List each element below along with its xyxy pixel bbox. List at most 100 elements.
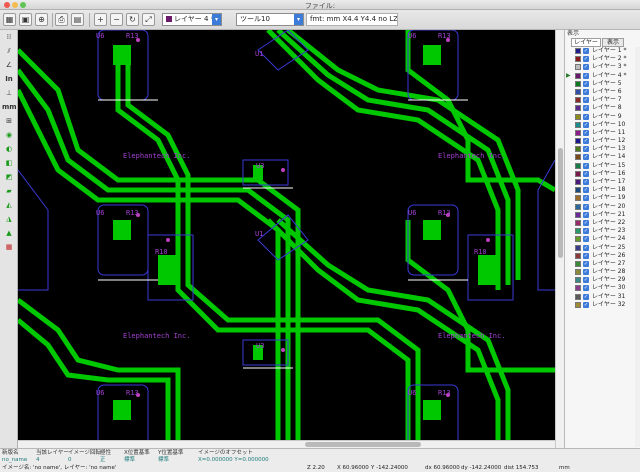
layer-row[interactable]: ✓ レイヤー 22: [565, 219, 635, 227]
layer-row[interactable]: ✓ レイヤー 29: [565, 276, 635, 284]
layer-row[interactable]: ✓ レイヤー 3 *: [565, 63, 635, 71]
visibility-checkbox[interactable]: ✓: [583, 138, 589, 145]
save-icon[interactable]: ▤: [71, 13, 84, 26]
inch-toggle[interactable]: In: [2, 74, 16, 85]
layer-row[interactable]: ✓ レイヤー 15: [565, 162, 635, 170]
layer-row[interactable]: ✓ レイヤー 6: [565, 88, 635, 96]
layer-color-swatch[interactable]: [575, 211, 581, 218]
visibility-checkbox[interactable]: ✓: [583, 203, 589, 210]
layer-row[interactable]: ✓ レイヤー 28: [565, 268, 635, 276]
tab-layer[interactable]: レイヤー: [571, 38, 601, 47]
layer-row[interactable]: ✓ レイヤー 9: [565, 113, 635, 121]
visibility-checkbox[interactable]: ✓: [583, 285, 589, 292]
layer-color-swatch[interactable]: [575, 285, 581, 292]
layer-color-swatch[interactable]: [575, 88, 581, 95]
visibility-checkbox[interactable]: ✓: [583, 97, 589, 104]
layer-row[interactable]: ✓ レイヤー 32: [565, 301, 635, 309]
layer-row[interactable]: ✓ レイヤー 7: [565, 96, 635, 104]
visibility-checkbox[interactable]: ✓: [583, 269, 589, 276]
layer-color-swatch[interactable]: [575, 236, 581, 243]
layer-green-icon[interactable]: ◉: [2, 130, 16, 141]
layer-row[interactable]: ✓ レイヤー 26: [565, 252, 635, 260]
layer-row[interactable]: ✓ レイヤー 11: [565, 129, 635, 137]
layer-row[interactable]: ✓ レイヤー 13: [565, 145, 635, 153]
layer-color-swatch[interactable]: [575, 195, 581, 202]
layer-row[interactable]: ✓ レイヤー 25: [565, 244, 635, 252]
visibility-checkbox[interactable]: ✓: [583, 252, 589, 259]
layer-row[interactable]: ✓ レイヤー 2 *: [565, 55, 635, 63]
layer-color-swatch[interactable]: [575, 56, 581, 63]
visibility-checkbox[interactable]: ✓: [583, 236, 589, 243]
layer-row[interactable]: ✓ レイヤー 5: [565, 80, 635, 88]
visibility-checkbox[interactable]: ✓: [583, 48, 589, 54]
visibility-checkbox[interactable]: ✓: [583, 219, 589, 226]
mm-toggle[interactable]: mm: [2, 102, 17, 113]
layer-row[interactable]: ✓ レイヤー 19: [565, 194, 635, 202]
layer-color-swatch[interactable]: [575, 97, 581, 104]
layer-color-swatch[interactable]: [575, 277, 581, 284]
visibility-checkbox[interactable]: ✓: [583, 154, 589, 161]
fill-icon[interactable]: ▲: [2, 228, 16, 239]
layer-row[interactable]: ✓ レイヤー 21: [565, 211, 635, 219]
layer-color-swatch[interactable]: [575, 260, 581, 267]
visibility-checkbox[interactable]: ✓: [583, 277, 589, 284]
layer-color-swatch[interactable]: [575, 187, 581, 194]
snap-icon[interactable]: ⊞: [2, 116, 16, 127]
visibility-checkbox[interactable]: ✓: [583, 293, 589, 300]
grid-icon[interactable]: ▣: [19, 13, 32, 26]
visibility-checkbox[interactable]: ✓: [583, 129, 589, 136]
layer-row[interactable]: ▶ ✓ レイヤー 4 *: [565, 72, 635, 80]
visibility-checkbox[interactable]: ✓: [583, 121, 589, 128]
visibility-checkbox[interactable]: ✓: [583, 211, 589, 218]
scroll-thumb[interactable]: [558, 148, 563, 258]
visibility-checkbox[interactable]: ✓: [583, 88, 589, 95]
grid-icon[interactable]: ▦: [3, 13, 16, 26]
layer-color-swatch[interactable]: [575, 64, 581, 71]
visibility-checkbox[interactable]: ✓: [583, 56, 589, 63]
layer-row[interactable]: ✓ レイヤー 1 *: [565, 47, 635, 55]
visibility-checkbox[interactable]: ✓: [583, 244, 589, 251]
layer-color-swatch[interactable]: [575, 293, 581, 300]
horizontal-scrollbar[interactable]: [18, 440, 555, 448]
zoom-fit-icon[interactable]: ⤢: [142, 13, 155, 26]
layer-green-icon[interactable]: ▰: [2, 186, 16, 197]
visibility-checkbox[interactable]: ✓: [583, 187, 589, 194]
visibility-checkbox[interactable]: ✓: [583, 301, 589, 308]
visibility-checkbox[interactable]: ✓: [583, 105, 589, 112]
layer-color-swatch[interactable]: [575, 154, 581, 161]
palette-icon[interactable]: ▦: [2, 242, 16, 253]
redraw-icon[interactable]: ↻: [126, 13, 139, 26]
tab-display[interactable]: 表示: [602, 38, 624, 47]
visibility-checkbox[interactable]: ✓: [583, 179, 589, 185]
panel-scrollbar[interactable]: [635, 47, 640, 447]
visibility-checkbox[interactable]: ✓: [583, 228, 589, 235]
layer-row[interactable]: ✓ レイヤー 27: [565, 260, 635, 268]
layer-color-swatch[interactable]: [575, 80, 581, 87]
layer-color-swatch[interactable]: [575, 146, 581, 153]
visibility-checkbox[interactable]: ✓: [583, 170, 589, 177]
vertical-scrollbar[interactable]: [555, 30, 564, 448]
crosshair-icon[interactable]: ⊕: [35, 13, 48, 26]
pcb-canvas[interactable]: Elephantech Inc. Elephantech Inc. Elepha…: [18, 30, 555, 440]
layer-green-icon[interactable]: ◧: [2, 158, 16, 169]
layer-row[interactable]: ✓ レイヤー 16: [565, 170, 635, 178]
layer-row[interactable]: ✓ レイヤー 20: [565, 203, 635, 211]
measure-icon[interactable]: ⫽: [2, 46, 16, 57]
layer-color-swatch[interactable]: [575, 113, 581, 120]
visibility-checkbox[interactable]: ✓: [583, 146, 589, 153]
visibility-checkbox[interactable]: ✓: [583, 72, 589, 79]
layer-color-swatch[interactable]: [575, 105, 581, 112]
layer-color-swatch[interactable]: [575, 170, 581, 177]
layer-color-swatch[interactable]: [575, 179, 581, 185]
layer-color-swatch[interactable]: [575, 301, 581, 308]
visibility-checkbox[interactable]: ✓: [583, 260, 589, 267]
layer-color-swatch[interactable]: [575, 252, 581, 259]
layer-color-swatch[interactable]: [575, 121, 581, 128]
layer-row[interactable]: ✓ レイヤー 30: [565, 284, 635, 292]
layer-row[interactable]: ✓ レイヤー 17: [565, 178, 635, 186]
layer-green-icon[interactable]: ◩: [2, 172, 16, 183]
fill-icon[interactable]: ◮: [2, 214, 16, 225]
layer-row[interactable]: ✓ レイヤー 14: [565, 153, 635, 161]
layer-green-icon[interactable]: ◐: [2, 144, 16, 155]
tool-select[interactable]: ツール10 ▾: [236, 13, 304, 26]
